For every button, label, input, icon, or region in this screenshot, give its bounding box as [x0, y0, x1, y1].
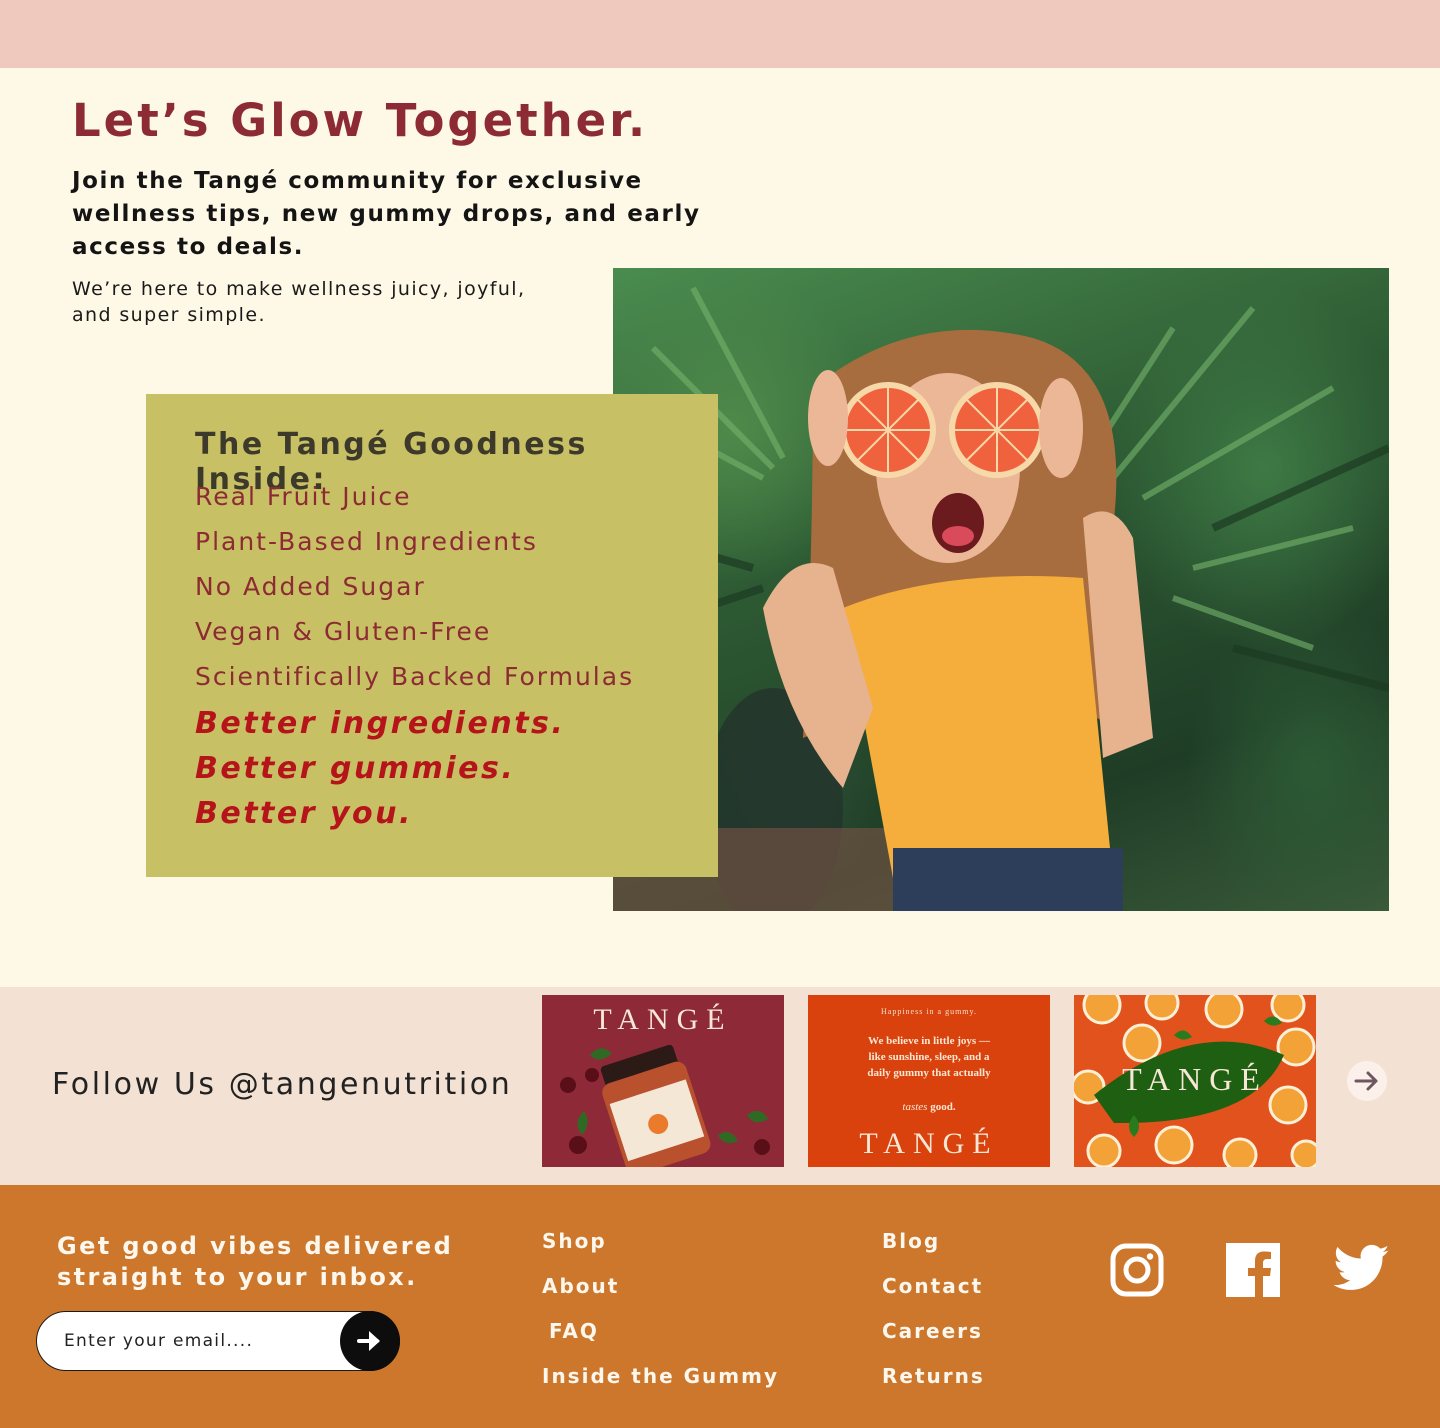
woman-with-grapefruit-photo [613, 268, 1389, 911]
arrow-right-icon [1354, 1071, 1378, 1091]
footer-link-careers[interactable]: Careers [882, 1319, 985, 1364]
footer-link-shop[interactable]: Shop [542, 1229, 779, 1274]
goodness-item: Plant-Based Ingredients [195, 527, 538, 556]
facebook-icon[interactable] [1226, 1243, 1280, 1297]
follow-section: Follow Us @tangenutrition TANGÉ Happines… [0, 987, 1440, 1185]
newsletter-heading: Get good vibes delivered straight to you… [57, 1232, 454, 1291]
goodness-item: Vegan & Gluten-Free [195, 617, 492, 646]
footer-link-about[interactable]: About [542, 1274, 779, 1319]
subscribe-button[interactable] [340, 1310, 400, 1371]
newsletter-form [36, 1310, 400, 1371]
instagram-tile-oranges[interactable]: TANGÉ [1074, 995, 1316, 1167]
tile-kicker: Happiness in a gummy. [880, 1007, 978, 1016]
instagram-tile-product[interactable]: TANGÉ [542, 995, 784, 1167]
email-input[interactable] [64, 1328, 334, 1354]
better-tagline: Better ingredients. Better gummies. Bett… [195, 704, 565, 839]
twitter-icon[interactable] [1334, 1243, 1390, 1293]
carousel-next-button[interactable] [1347, 1061, 1387, 1101]
instagram-tile-quote[interactable]: Happiness in a gummy. We believe in litt… [808, 995, 1050, 1167]
goodness-card: The Tangé Goodness Inside: Real Fruit Ju… [146, 394, 718, 877]
tile-quote-last: good. [930, 1101, 956, 1113]
follow-handle[interactable]: Follow Us @tangenutrition [52, 1067, 512, 1102]
hero-subtitle: Join the Tangé community for exclusive w… [72, 168, 701, 260]
better-line: Better you. [195, 796, 413, 831]
goodness-item: Scientifically Backed Formulas [195, 662, 635, 691]
footer-link-inside-gummy[interactable]: Inside the Gummy [542, 1364, 779, 1409]
goodness-item: Real Fruit Juice [195, 482, 412, 511]
hero-body-text: We’re here to make wellness juicy, joyfu… [72, 278, 526, 326]
tile-quote: We believe in little joys — like sunshin… [867, 1035, 991, 1079]
footer-link-faq[interactable]: FAQ [542, 1319, 779, 1364]
tile-brand: TANGÉ [1122, 1061, 1268, 1097]
better-line: Better ingredients. [195, 706, 566, 741]
footer-links-col-1: Shop About FAQ Inside the Gummy [542, 1229, 779, 1409]
footer-link-blog[interactable]: Blog [882, 1229, 985, 1274]
footer-link-contact[interactable]: Contact [882, 1274, 985, 1319]
instagram-icon[interactable] [1110, 1243, 1164, 1297]
hero-title: Let’s Glow Together. [72, 94, 649, 147]
tile-brand: TANGÉ [859, 1127, 999, 1160]
goodness-list: Real Fruit Juice Plant-Based Ingredients… [195, 480, 634, 705]
footer-link-returns[interactable]: Returns [882, 1364, 985, 1409]
better-line: Better gummies. [195, 751, 516, 786]
tile-quote-end: tastes good. [808, 1101, 1050, 1113]
footer: Get good vibes delivered straight to you… [0, 1185, 1440, 1428]
gummy-jar-illustration [560, 1044, 770, 1167]
tile-quote-italic: tastes [902, 1101, 928, 1113]
footer-links-col-2: Blog Contact Careers Returns [882, 1229, 985, 1409]
arrow-right-icon [357, 1330, 380, 1351]
photo-illustration [613, 286, 1389, 911]
goodness-item: No Added Sugar [195, 572, 426, 601]
top-banner [0, 0, 1440, 68]
